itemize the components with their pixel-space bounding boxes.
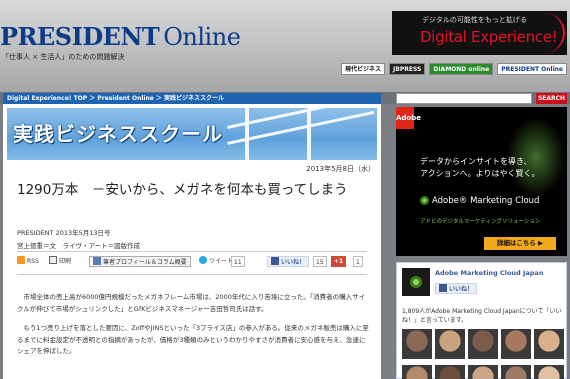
partner-diamond-online[interactable]: DIAMOND online — [429, 63, 494, 75]
adobe-logo-icon: Adobe — [396, 107, 421, 129]
article-body: 市場全体の売上高が6000億円規模だったメガネフレーム市場は、2000年代に入り… — [17, 292, 369, 366]
partner-gendai-business[interactable]: 現代ビジネス — [341, 63, 386, 75]
breadcrumb[interactable]: Digital Experience! TOP ＞ President Onli… — [3, 93, 381, 104]
article-panel: 実践ビジネススクール 2013年5月8日（水） 1290万本 －安いから、メガネ… — [3, 104, 381, 379]
banner-beam — [227, 110, 375, 145]
article-toolbar: RSS 印刷 筆者プロフィール＆コラム概要 ツイート 11 いいね！ 15 +1… — [17, 255, 367, 269]
article-date: 2013年5月8日（水） — [306, 165, 375, 173]
divider — [17, 274, 367, 275]
gplus-count: 1 — [353, 256, 363, 267]
fan-avatar[interactable] — [435, 365, 465, 379]
ad-brand: Adobe® Marketing Cloud — [432, 196, 540, 206]
banner-post — [307, 108, 311, 160]
section-title: 実践ビジネススクール — [13, 122, 223, 146]
dx-arc-decoration — [527, 13, 565, 53]
search-button[interactable]: SEARCH — [536, 93, 567, 104]
profile-icon — [93, 257, 101, 265]
facebook-like-box: Adobe Marketing Cloud Japan いいね！ 1,809人が… — [396, 262, 567, 379]
partner-president-online[interactable]: PRESIDENT Online — [497, 63, 567, 75]
dx-subtitle: デジタルの可能性をもっと拡げる — [422, 16, 527, 24]
twitter-icon — [199, 256, 207, 264]
rss-link[interactable]: RSS — [17, 256, 39, 267]
article-headline: 1290万本 －安いから、メガネを何本も買ってしまう — [17, 182, 348, 198]
page-thumbnail[interactable] — [402, 268, 430, 296]
logo-online: Online — [163, 23, 241, 51]
ad-copy-line: データからインサイトを導き、 — [420, 157, 532, 166]
print-icon — [49, 256, 57, 264]
fan-avatar[interactable] — [501, 365, 531, 379]
rss-label: RSS — [27, 258, 39, 265]
gplus-button[interactable]: +1 — [331, 256, 347, 267]
facebook-page-like-button[interactable]: いいね！ — [435, 283, 478, 294]
partner-logos: 現代ビジネス JBPRESS DIAMOND online PRESIDENT … — [341, 63, 567, 75]
facebook-like-count: 1,809人がAdobe Marketing Cloud Japanについて「い… — [402, 308, 562, 324]
rss-icon — [17, 256, 25, 264]
tweet-button[interactable]: ツイート — [199, 256, 233, 267]
ad-copy: データからインサイトを導き、 アクションへ。よりはやく賢く。 — [420, 156, 539, 180]
fan-avatar[interactable] — [534, 365, 564, 379]
tweet-count: 11 — [231, 256, 245, 267]
logo-president: PRESIDENT — [0, 22, 160, 51]
fan-avatar[interactable] — [435, 329, 465, 359]
tweet-label: ツイート — [209, 258, 234, 265]
print-link[interactable]: 印刷 — [49, 256, 71, 267]
article-source: PRESIDENT 2013年5月13日号 — [17, 229, 111, 237]
ad-details-button[interactable]: 詳細はこちら ▶ — [484, 237, 556, 250]
like-label: いいね！ — [281, 259, 306, 266]
article-paragraph: もう1つ売り上げを落とした要因に、ZoffやJINSといった「3プライス店」の参… — [17, 324, 369, 355]
adobe-ad-banner[interactable]: Adobe データからインサイトを導き、 アクションへ。よりはやく賢く。 Ado… — [396, 107, 567, 256]
fan-avatar[interactable] — [402, 329, 432, 359]
president-online-logo[interactable]: PRESIDENT Online — [0, 22, 241, 51]
fan-avatar[interactable] — [402, 365, 432, 379]
partner-jbpress[interactable]: JBPRESS — [389, 63, 426, 75]
facebook-like-button[interactable]: いいね！ — [267, 256, 310, 267]
site-header: PRESIDENT Online 「仕事人 × 生活人」のための問題解決 デジタル… — [0, 0, 570, 92]
digital-experience-logo[interactable]: デジタルの可能性をもっと拡げる Digital Experience! — [392, 11, 567, 55]
marketing-cloud-icon — [420, 196, 429, 205]
facebook-icon — [271, 257, 279, 265]
site-tagline: 「仕事人 × 生活人」のための問題解決 — [2, 53, 125, 61]
article-paragraph: 市場全体の売上高が6000億円規模だったメガネフレーム市場は、2000年代に入り… — [17, 293, 366, 313]
fb-like-label: いいね！ — [449, 286, 474, 293]
search-input[interactable] — [396, 93, 532, 104]
divider — [17, 251, 367, 252]
facebook-page-name[interactable]: Adobe Marketing Cloud Japan — [435, 269, 543, 277]
fan-avatar[interactable] — [468, 365, 498, 379]
ad-subtitle: アドビのデジタルマーケティングソリューション — [420, 219, 541, 225]
fan-avatar[interactable] — [468, 329, 498, 359]
banner-post — [245, 108, 249, 160]
ad-copy-line: アクションへ。よりはやく賢く。 — [420, 169, 540, 178]
facebook-thumb-icon — [439, 284, 447, 292]
fan-avatar[interactable] — [534, 329, 564, 359]
fan-avatar[interactable] — [501, 329, 531, 359]
fan-avatars — [402, 329, 564, 379]
profile-label: 筆者プロフィール＆コラム概要 — [103, 259, 187, 266]
print-label: 印刷 — [59, 258, 72, 265]
section-banner: 実践ビジネススクール — [7, 108, 377, 160]
article-byline: 宮上徳重＝文 ライヴ・アート＝図版作成 — [17, 242, 141, 250]
like-count: 15 — [313, 256, 327, 267]
profile-button[interactable]: 筆者プロフィール＆コラム概要 — [89, 256, 191, 267]
